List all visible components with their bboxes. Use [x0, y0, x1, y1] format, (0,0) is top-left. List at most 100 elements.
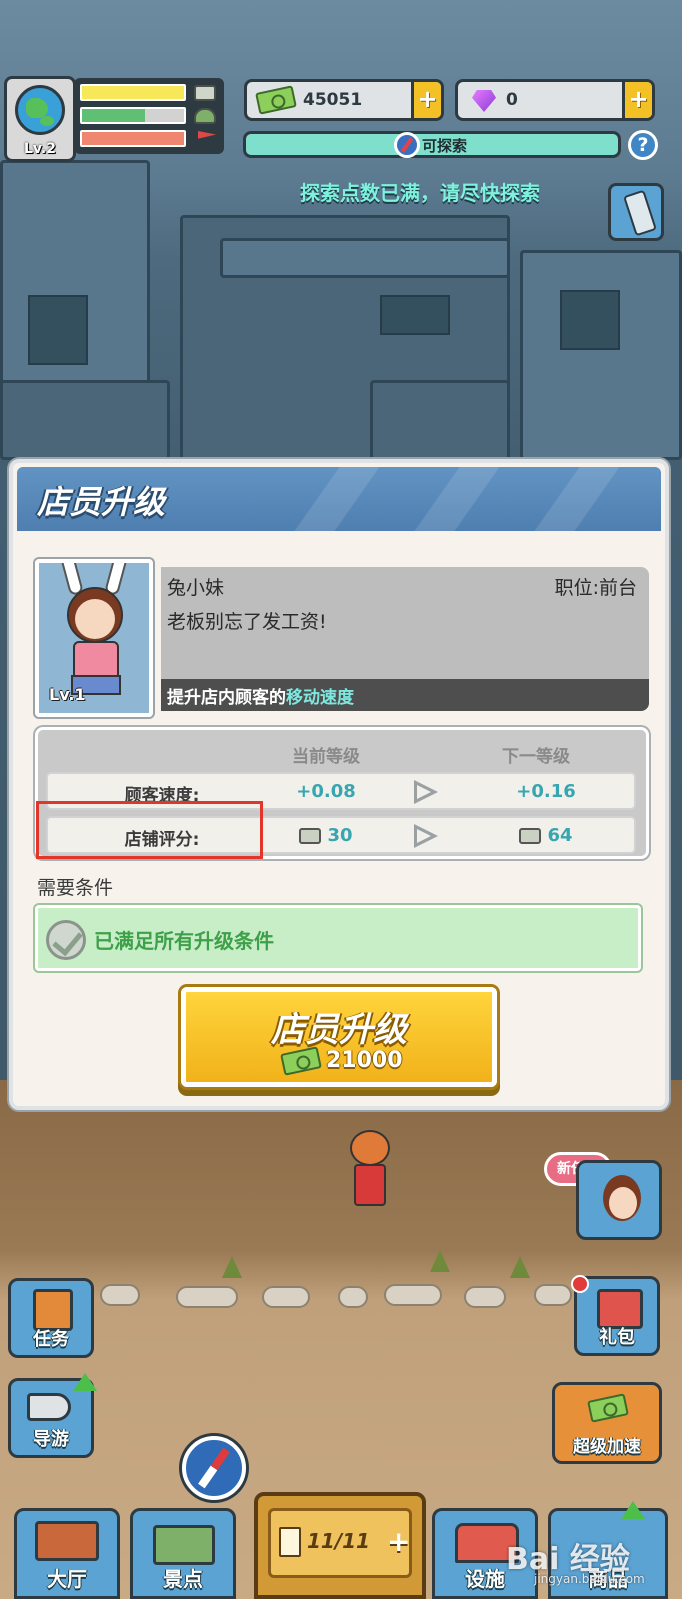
stone [262, 1286, 310, 1308]
new-task-button[interactable] [576, 1160, 662, 1240]
compass-icon [394, 132, 420, 158]
requirements-text: 已满足所有升级条件 [94, 929, 274, 953]
nav-hall[interactable]: 大厅 [14, 1508, 120, 1599]
super-speed-label: 超级加速 [573, 1437, 641, 1457]
explore-notice: 探索点数已满，请尽快探索 [300, 181, 540, 205]
add-counter-button[interactable]: + [387, 1525, 410, 1558]
shop-icon [519, 828, 542, 844]
add-gems-button[interactable]: + [622, 82, 652, 118]
stone [534, 1284, 572, 1306]
grass [510, 1256, 530, 1278]
character-body [354, 1164, 386, 1206]
staff-effect-strip: 提升店内顾客的移动速度 [161, 679, 649, 711]
counter-panel: 11/11 + [268, 1508, 412, 1578]
stat-current: +0.08 [296, 781, 356, 802]
explore-bar[interactable]: 可探索 [243, 131, 621, 158]
upgrade-staff-button[interactable]: 店员升级 21000 [181, 987, 497, 1087]
bar-red [80, 130, 186, 147]
map-icon [153, 1525, 215, 1565]
watermark-url: jingyan.baidu.com [534, 1572, 645, 1586]
requirements-status: 已满足所有升级条件 [35, 905, 641, 971]
counter-value: 11/11 [307, 1529, 370, 1553]
tasks-label: 任务 [33, 1329, 69, 1350]
annotation-highlight-box [36, 801, 263, 859]
staff-effect-prefix: 提升店内顾客的 [167, 688, 286, 708]
arrow-up-icon [621, 1501, 645, 1519]
stone [464, 1286, 506, 1308]
nav-spots-label: 景点 [163, 1567, 203, 1591]
guide-button[interactable]: 导游 [8, 1373, 97, 1458]
stat-current: 30 [276, 825, 376, 846]
stone [338, 1286, 368, 1308]
building [370, 380, 510, 460]
super-speed-button[interactable]: 超级加速 [552, 1382, 662, 1464]
shop-icon [194, 85, 216, 101]
gem-value: 0 [506, 90, 518, 110]
money-value: 45051 [303, 90, 363, 110]
add-money-button[interactable]: + [411, 82, 441, 118]
staff-upgrade-dialog: 店员升级 Lv.1 兔小妹 职位:前台 老板别忘了发工资! 提升店内顾客的移动速… [9, 459, 669, 1110]
staff-position: 职位:前台 [554, 577, 637, 599]
grass [430, 1250, 450, 1272]
status-bars [74, 78, 224, 154]
bar-yellow [80, 84, 186, 101]
shop-icon [299, 828, 322, 844]
arrow-right-icon [414, 824, 438, 848]
window [560, 290, 620, 350]
check-icon [46, 920, 86, 960]
mountain-icon [194, 108, 216, 124]
staff-effect-highlight: 移动速度 [286, 688, 354, 708]
counter-tray[interactable]: 11/11 + [254, 1492, 426, 1599]
gift-button[interactable]: 礼包 [571, 1275, 660, 1356]
building [520, 250, 682, 460]
nav-spots[interactable]: 景点 [130, 1508, 236, 1599]
window [380, 295, 450, 335]
compass-icon[interactable] [182, 1436, 246, 1500]
window [28, 295, 88, 365]
notification-dot [571, 1275, 589, 1293]
tasks-button[interactable]: 任务 [8, 1278, 94, 1358]
nav-hall-label: 大厅 [47, 1567, 87, 1591]
ticket-icon [279, 1527, 301, 1557]
dialog-title: 店员升级 [37, 483, 166, 521]
staff-portrait: Lv.1 [35, 559, 153, 717]
stone [100, 1284, 140, 1306]
gem-counter[interactable]: 0 + [455, 79, 655, 121]
megaphone-icon [27, 1393, 71, 1421]
player-level: Lv.2 [24, 141, 56, 157]
phone-icon[interactable] [608, 183, 664, 241]
building-roof [220, 238, 510, 278]
staff-info: 兔小妹 职位:前台 老板别忘了发工资! 提升店内顾客的移动速度 [161, 567, 649, 711]
bar-green [80, 107, 186, 124]
staff-quote: 老板别忘了发工资! [167, 611, 327, 633]
stone [384, 1284, 442, 1306]
character-head [350, 1130, 390, 1166]
stat-next: 64 [496, 825, 596, 846]
help-button[interactable]: ? [628, 130, 658, 160]
arrow-right-icon [414, 780, 438, 804]
explore-label: 可探索 [422, 137, 468, 155]
money-counter[interactable]: 45051 + [244, 79, 444, 121]
staff-effect: 提升店内顾客的移动速度 [167, 683, 354, 708]
gift-label: 礼包 [599, 1327, 635, 1348]
flag-icon [198, 131, 216, 139]
upgrade-button-label: 店员升级 [271, 1010, 407, 1050]
player-avatar[interactable]: Lv.2 [4, 76, 76, 162]
building [0, 380, 170, 460]
stone [176, 1286, 238, 1308]
gem-icon [472, 90, 496, 112]
arrow-up-icon [73, 1373, 97, 1391]
requirements-title: 需要条件 [37, 877, 114, 899]
globe-icon [15, 85, 65, 135]
grass [222, 1256, 242, 1278]
staff-card: Lv.1 兔小妹 职位:前台 老板别忘了发工资! 提升店内顾客的移动速度 [35, 559, 649, 717]
next-level-header: 下一等级 [502, 747, 570, 767]
desk-icon [35, 1521, 99, 1561]
speed-money-icon [587, 1393, 629, 1423]
guide-label: 导游 [33, 1429, 69, 1450]
stat-next: +0.16 [516, 781, 576, 802]
current-level-header: 当前等级 [292, 747, 360, 767]
staff-name: 兔小妹 [167, 577, 225, 599]
money-icon [255, 85, 297, 115]
dialog-header: 店员升级 [17, 467, 661, 531]
